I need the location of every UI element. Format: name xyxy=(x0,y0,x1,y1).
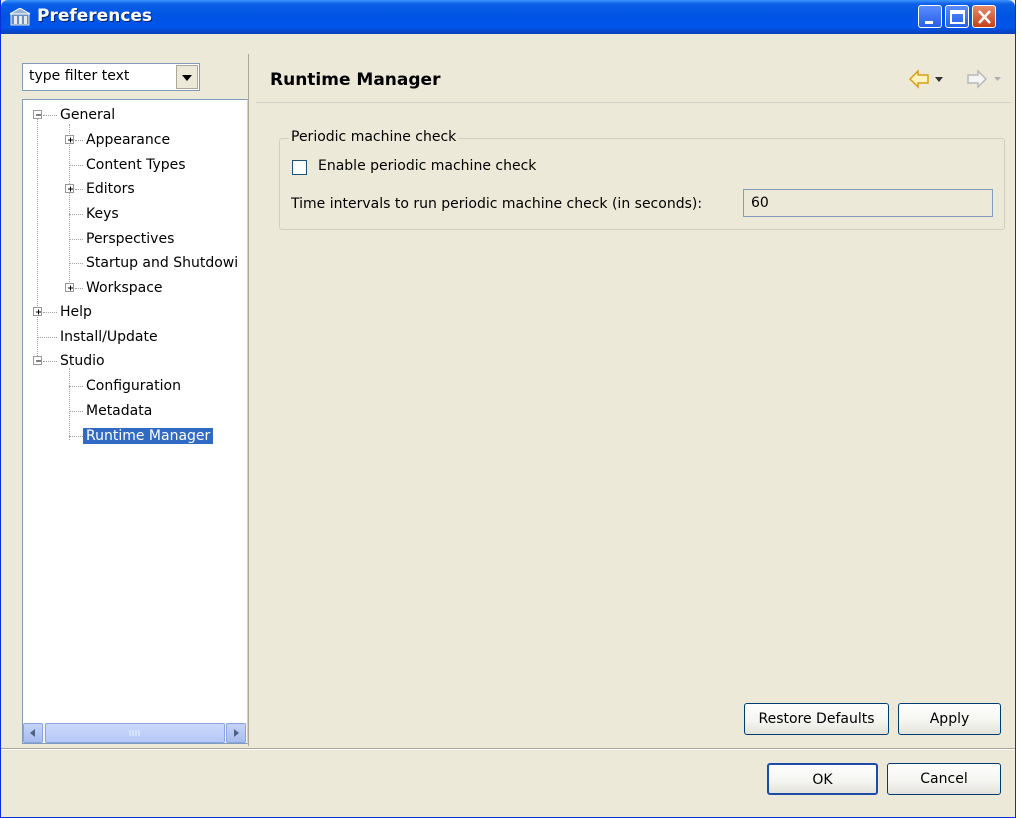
tree-item-metadata[interactable]: Metadata xyxy=(83,400,155,422)
filter-dropdown-button[interactable] xyxy=(176,65,198,89)
chevron-down-icon xyxy=(182,75,192,81)
tree-item-perspectives[interactable]: Perspectives xyxy=(83,228,177,250)
chevron-left-icon xyxy=(30,729,35,737)
interval-input[interactable]: 60 xyxy=(743,189,993,217)
forward-button[interactable] xyxy=(964,68,1010,90)
tree-horizontal-scrollbar[interactable] xyxy=(23,723,247,743)
tree-item-help[interactable]: Help xyxy=(57,301,95,323)
filter-input[interactable]: type filter text xyxy=(29,68,129,84)
maximize-icon xyxy=(950,10,965,24)
preferences-tree[interactable]: General Appearance Content Types Editors… xyxy=(22,99,248,744)
restore-defaults-button[interactable]: Restore Defaults xyxy=(744,703,889,735)
collapse-icon[interactable] xyxy=(33,356,42,365)
tree-item-studio[interactable]: Studio xyxy=(57,350,108,372)
close-button[interactable] xyxy=(972,5,996,28)
expand-icon[interactable] xyxy=(65,184,74,193)
close-icon xyxy=(978,10,991,24)
interval-value: 60 xyxy=(751,195,769,211)
back-button[interactable] xyxy=(908,68,948,90)
apply-button[interactable]: Apply xyxy=(898,703,1001,735)
forward-arrow-icon xyxy=(967,69,1001,89)
tree-item-install-update[interactable]: Install/Update xyxy=(57,326,161,348)
expand-icon[interactable] xyxy=(65,283,74,292)
scroll-left-button[interactable] xyxy=(23,723,43,743)
tree-item-startup-shutdown[interactable]: Startup and Shutdowi xyxy=(83,252,241,274)
ok-button[interactable]: OK xyxy=(767,763,878,795)
maximize-button[interactable] xyxy=(945,5,969,28)
page-title: Runtime Manager xyxy=(270,70,441,90)
bottom-divider xyxy=(1,748,1015,750)
chevron-right-icon xyxy=(234,729,239,737)
tree-item-runtime-manager[interactable]: Runtime Manager xyxy=(83,425,214,447)
collapse-icon[interactable] xyxy=(33,110,42,119)
title-bar[interactable]: Preferences xyxy=(1,0,1015,34)
scroll-right-button[interactable] xyxy=(226,723,246,743)
tree-item-appearance[interactable]: Appearance xyxy=(83,129,173,151)
tree-item-workspace[interactable]: Workspace xyxy=(83,277,166,299)
back-arrow-icon xyxy=(908,69,943,89)
tree-item-general[interactable]: General xyxy=(57,104,118,126)
tree-item-configuration[interactable]: Configuration xyxy=(83,375,184,397)
enable-periodic-check-checkbox[interactable] xyxy=(292,160,307,175)
panel-splitter[interactable] xyxy=(248,54,249,746)
interval-label: Time intervals to run periodic machine c… xyxy=(291,196,703,212)
grip-icon xyxy=(129,730,140,736)
preferences-icon xyxy=(10,8,30,26)
minimize-icon xyxy=(925,21,933,24)
group-label: Periodic machine check xyxy=(289,129,459,145)
tree-connector xyxy=(69,124,70,290)
minimize-button[interactable] xyxy=(918,5,942,28)
tree-item-editors[interactable]: Editors xyxy=(83,178,138,200)
filter-combo[interactable]: type filter text xyxy=(22,63,200,91)
window-title: Preferences xyxy=(37,6,153,26)
expand-icon[interactable] xyxy=(65,135,74,144)
tree-item-content-types[interactable]: Content Types xyxy=(83,154,189,176)
expand-icon[interactable] xyxy=(33,307,42,316)
tree-item-keys[interactable]: Keys xyxy=(83,203,122,225)
scroll-thumb[interactable] xyxy=(45,723,225,743)
enable-periodic-check-label[interactable]: Enable periodic machine check xyxy=(318,158,536,174)
preferences-window: Preferences type filter text General App… xyxy=(0,0,1016,818)
header-divider xyxy=(256,102,1011,103)
tree-connector xyxy=(37,118,38,364)
cancel-button[interactable]: Cancel xyxy=(887,763,1001,795)
tree-connector xyxy=(69,368,70,440)
